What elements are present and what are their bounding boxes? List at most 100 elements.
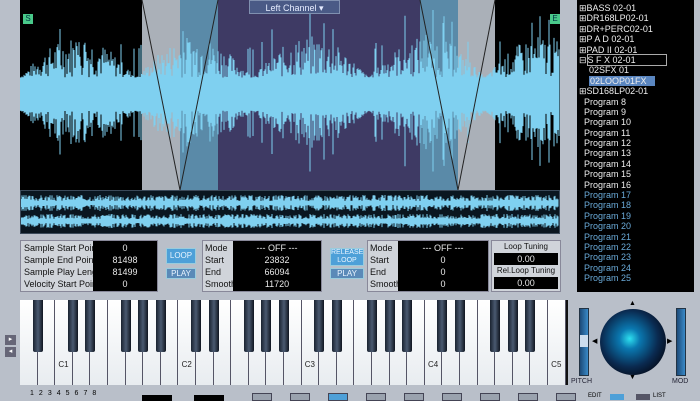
tree-item[interactable]: ⊞DR+PERC02-01: [579, 24, 694, 34]
sample-end-value[interactable]: 81498: [93, 254, 157, 266]
tree-item[interactable]: Program 9: [579, 107, 694, 117]
channel-number[interactable]: 2: [39, 390, 43, 397]
tree-item[interactable]: Program 20: [579, 221, 694, 231]
loop-end-value[interactable]: 66094: [233, 266, 321, 278]
black-key[interactable]: [191, 300, 201, 352]
expand-icon[interactable]: ⊞: [579, 45, 587, 55]
tree-item[interactable]: Program 23: [579, 252, 694, 262]
channel-number[interactable]: 3: [48, 390, 52, 397]
tree-item[interactable]: Program 16: [579, 180, 694, 190]
loop-play-button[interactable]: PLAY: [166, 268, 196, 279]
black-key[interactable]: [455, 300, 465, 352]
release-loop-button[interactable]: RELEASE LOOP: [330, 248, 364, 266]
black-key[interactable]: [331, 300, 342, 352]
tree-item[interactable]: Program 12: [579, 138, 694, 148]
tree-item[interactable]: Program 13: [579, 148, 694, 158]
black-key[interactable]: [120, 300, 131, 352]
expand-icon[interactable]: ⊞: [579, 13, 587, 23]
black-key[interactable]: [85, 300, 96, 352]
velocity-start-value[interactable]: 0: [93, 278, 157, 290]
expand-icon[interactable]: ⊞: [579, 86, 587, 96]
release-mode-value[interactable]: --- OFF ---: [398, 242, 488, 254]
expand-icon[interactable]: ⊞: [579, 34, 587, 44]
tree-item[interactable]: Program 19: [579, 211, 694, 221]
black-key[interactable]: [525, 300, 536, 352]
expand-icon[interactable]: ⊞: [579, 24, 587, 34]
release-start-value[interactable]: 0: [398, 254, 488, 266]
tree-item[interactable]: 02SFX 01: [579, 65, 694, 75]
tree-item[interactable]: Program 11: [579, 128, 694, 138]
start-marker[interactable]: S: [23, 14, 33, 24]
black-key[interactable]: [402, 300, 413, 352]
waveform-overview[interactable]: [20, 190, 560, 234]
edit-button[interactable]: [610, 394, 624, 400]
waveform-display[interactable]: [20, 0, 560, 190]
black-key[interactable]: [314, 300, 325, 352]
collapse-icon[interactable]: ⊟: [579, 55, 587, 65]
channel-number[interactable]: 5: [66, 390, 70, 397]
black-key[interactable]: [507, 300, 518, 352]
pitch-wheel-handle[interactable]: [580, 335, 588, 347]
octave-down-icon[interactable]: ◂: [5, 347, 16, 357]
octave-up-icon[interactable]: ▸: [5, 335, 16, 345]
loop-button[interactable]: LOOP: [166, 248, 196, 264]
program-tree[interactable]: ⊞BASS 02-01 ⊞DR168LP02-01 ⊞DR+PERC02-01 ⊞P …: [577, 0, 694, 292]
pitch-wheel[interactable]: [579, 308, 589, 376]
black-key[interactable]: [279, 300, 289, 352]
black-key[interactable]: [67, 300, 78, 352]
channel-number[interactable]: 8: [92, 390, 96, 397]
release-smooth-value[interactable]: 0: [398, 278, 488, 290]
release-play-button[interactable]: PLAY: [330, 268, 364, 279]
piano-keyboard[interactable]: C1 C2 C3 C4 C5: [20, 300, 568, 385]
tree-item[interactable]: Program 14: [579, 159, 694, 169]
tree-item[interactable]: ⊞BASS 02-01: [579, 3, 694, 13]
loop-tuning-value[interactable]: 0.00: [494, 253, 558, 265]
channel-number[interactable]: 6: [75, 390, 79, 397]
channel-select[interactable]: Left Channel ▾: [249, 0, 340, 14]
tree-item[interactable]: Program 25: [579, 273, 694, 283]
tree-item[interactable]: ⊞P A D 02-01: [579, 34, 694, 44]
white-key[interactable]: C5: [548, 300, 566, 385]
tree-item[interactable]: ⊟S F X 02-01: [579, 53, 694, 66]
end-marker[interactable]: E: [550, 14, 560, 24]
tree-item[interactable]: ⊞DR168LP02-01: [579, 13, 694, 23]
release-end-value[interactable]: 0: [398, 266, 488, 278]
channel-number[interactable]: 7: [83, 390, 87, 397]
black-key[interactable]: [367, 300, 377, 352]
sample-length-value[interactable]: 81499: [93, 266, 157, 278]
black-key[interactable]: [32, 300, 43, 352]
loop-start-value[interactable]: 23832: [233, 254, 321, 266]
tree-item-label: SD168LP02-01: [586, 86, 649, 97]
black-key[interactable]: [208, 300, 219, 352]
black-key[interactable]: [261, 300, 272, 352]
black-key[interactable]: [138, 300, 149, 352]
tree-item[interactable]: ⊞SD168LP02-01: [579, 86, 694, 96]
black-key[interactable]: [384, 300, 395, 352]
tree-item[interactable]: Program 21: [579, 232, 694, 242]
channel-number[interactable]: 1: [30, 390, 34, 397]
black-key[interactable]: [490, 300, 501, 352]
expand-icon[interactable]: ⊞: [579, 3, 587, 13]
tree-item[interactable]: Program 24: [579, 263, 694, 273]
rel-loop-tuning-value[interactable]: 0.00: [494, 277, 558, 289]
tree-item[interactable]: Program 18: [579, 200, 694, 210]
tree-item[interactable]: Program 15: [579, 169, 694, 179]
tree-item-label: Program 18: [584, 200, 632, 211]
black-key[interactable]: [243, 300, 254, 352]
black-key[interactable]: [437, 300, 448, 352]
sample-start-value[interactable]: 0: [93, 242, 157, 254]
tree-item[interactable]: Program 17: [579, 190, 694, 200]
display-2: [194, 395, 224, 401]
display-1: [142, 395, 172, 401]
black-key[interactable]: [155, 300, 166, 352]
tree-item[interactable]: Program 8: [579, 97, 694, 107]
mod-wheel[interactable]: [676, 308, 686, 376]
tree-item[interactable]: 02LOOP01FX: [579, 75, 694, 86]
loop-mode-value[interactable]: --- OFF ---: [233, 242, 321, 254]
tree-item[interactable]: Program 10: [579, 117, 694, 127]
loop-smooth-value[interactable]: 11720: [233, 278, 321, 290]
xy-joystick[interactable]: [600, 309, 666, 375]
list-button[interactable]: [636, 394, 650, 400]
tree-item[interactable]: Program 22: [579, 242, 694, 252]
channel-number[interactable]: 4: [57, 390, 61, 397]
